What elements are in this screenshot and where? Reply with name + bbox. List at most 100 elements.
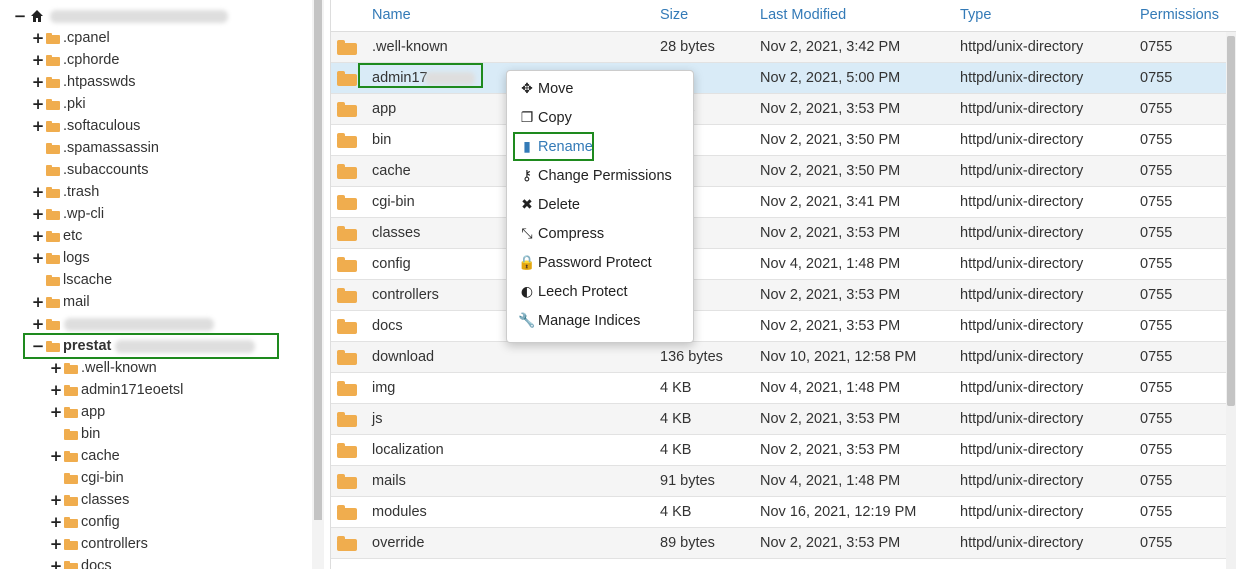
table-row[interactable]: config Nov 4, 2021, 1:48 PM httpd/unix-dir… <box>331 249 1227 280</box>
folder-icon <box>337 40 357 55</box>
tree-item[interactable]: + .wp-cli <box>32 203 104 225</box>
file-type: httpd/unix-directory <box>960 194 1084 210</box>
tree-item[interactable]: − prestat <box>32 335 256 357</box>
col-header-type[interactable]: Type <box>960 7 991 23</box>
expand-icon[interactable]: + <box>32 227 45 245</box>
menu-item-leech-protect[interactable]: ◐ Leech Protect <box>519 281 628 303</box>
folder-icon <box>337 71 357 86</box>
table-row[interactable]: appbytesNov 2, 2021, 3:53 PMhttpd/unix-d… <box>331 94 1227 125</box>
tree-item[interactable]: + controllers <box>50 533 148 555</box>
table-row[interactable]: js 4 KB Nov 2, 2021, 3:53 PM httpd/unix-dir… <box>331 404 1227 435</box>
folder-icon <box>64 560 78 569</box>
tree-item[interactable]: + app <box>50 401 105 423</box>
table-scrollbar[interactable] <box>1226 32 1236 569</box>
col-header-permissions[interactable]: Permissions <box>1140 7 1219 23</box>
menu-item-move[interactable]: ✥ Move <box>519 78 573 100</box>
expand-icon[interactable]: + <box>32 183 45 201</box>
expand-icon[interactable]: + <box>50 381 63 399</box>
expand-icon[interactable]: + <box>50 491 63 509</box>
tree-item[interactable]: + etc <box>32 225 83 247</box>
expand-icon[interactable]: + <box>50 403 63 421</box>
tree-item[interactable]: + logs <box>32 247 90 269</box>
expand-icon[interactable]: + <box>50 359 63 377</box>
expand-icon[interactable]: + <box>32 249 45 267</box>
tree-item[interactable]: + .pki <box>32 93 86 115</box>
folder-icon <box>64 538 78 550</box>
menu-item-compress[interactable]: ⤡ Compress <box>519 223 604 245</box>
tree-scrollbar-thumb[interactable] <box>314 0 322 520</box>
file-size: 28 bytes <box>660 39 715 55</box>
file-last-modified: Nov 2, 2021, 3:53 PM <box>760 318 901 334</box>
table-row[interactable]: admin17 Nov 2, 2021, 5:00 PM httpd/unix-di… <box>331 63 1227 94</box>
folder-icon <box>337 443 357 458</box>
tree-item[interactable]: +cgi-bin <box>50 467 124 489</box>
expand-icon[interactable]: + <box>32 293 45 311</box>
collapse-icon[interactable]: − <box>32 337 45 355</box>
table-row[interactable]: img 4 KB Nov 4, 2021, 1:48 PM httpd/unix-di… <box>331 373 1227 404</box>
collapse-icon[interactable]: − <box>14 7 27 25</box>
table-row[interactable]: download 136 bytes Nov 10, 2021, 12:58 PM h… <box>331 342 1227 373</box>
table-row[interactable]: bintesNov 2, 2021, 3:50 PMhttpd/unix-dir… <box>331 125 1227 156</box>
file-permissions: 0755 <box>1140 318 1173 334</box>
col-header-name[interactable]: Name <box>372 7 411 23</box>
menu-item-delete[interactable]: ✖ Delete <box>519 194 580 216</box>
tree-item-label: .subaccounts <box>63 162 149 178</box>
tree-item-label: .spamassassin <box>63 140 159 156</box>
tree-item[interactable]: + mail <box>32 291 90 313</box>
table-row[interactable]: mails 91 bytes Nov 4, 2021, 1:48 PM httpd/u… <box>331 466 1227 497</box>
folder-icon <box>337 350 357 365</box>
tree-item[interactable]: + admin171eoetsl <box>50 379 184 401</box>
tree-item[interactable]: + .trash <box>32 181 100 203</box>
expand-icon[interactable]: + <box>32 95 45 113</box>
table-row[interactable]: modules 4 KB Nov 16, 2021, 12:19 PM httpd/u… <box>331 497 1227 528</box>
col-header-size[interactable]: Size <box>660 7 688 23</box>
table-row[interactable]: docstesNov 2, 2021, 3:53 PMhttpd/unix-di… <box>331 311 1227 342</box>
table-row[interactable]: cgi-binesNov 2, 2021, 3:41 PMhttpd/unix-… <box>331 187 1227 218</box>
expand-icon[interactable]: + <box>50 513 63 531</box>
expand-icon[interactable]: + <box>50 447 63 465</box>
tree-item[interactable]: − <box>14 5 228 27</box>
table-row[interactable]: override 89 bytes Nov 2, 2021, 3:53 PM http… <box>331 528 1227 559</box>
tree-item-label: .softaculous <box>63 118 141 134</box>
table-scrollbar-thumb[interactable] <box>1227 36 1235 406</box>
file-name: modules <box>372 504 427 520</box>
tree-item[interactable]: +.subaccounts <box>32 159 148 181</box>
menu-item-change-permissions[interactable]: ⚷ Change Permissions <box>519 165 672 187</box>
table-row[interactable]: localization 4 KB Nov 2, 2021, 3:53 PM http… <box>331 435 1227 466</box>
tree-item[interactable]: + classes <box>50 489 130 511</box>
tree-item[interactable]: +.spamassassin <box>32 137 159 159</box>
menu-item-password-protect[interactable]: 🔒 Password Protect <box>518 252 651 274</box>
tree-item[interactable]: + .cphorde <box>32 49 120 71</box>
tree-scrollbar[interactable] <box>312 0 324 569</box>
menu-item-manage-indices[interactable]: 🔧 Manage Indices <box>518 310 640 332</box>
table-row[interactable]: classes Nov 2, 2021, 3:53 PM httpd/unix-di… <box>331 218 1227 249</box>
expand-icon[interactable]: + <box>50 557 63 569</box>
expand-icon[interactable]: + <box>32 73 45 91</box>
file-type: httpd/unix-directory <box>960 39 1084 55</box>
file-last-modified: Nov 2, 2021, 3:50 PM <box>760 163 901 179</box>
expand-icon[interactable]: + <box>32 315 45 333</box>
tree-item[interactable]: + config <box>50 511 120 533</box>
folder-icon <box>46 252 60 264</box>
menu-item-rename[interactable]: ▮ Rename <box>519 136 593 158</box>
tree-item[interactable]: + .htpasswds <box>32 71 136 93</box>
table-row[interactable]: controllerstesNov 2, 2021, 3:53 PMhttpd/… <box>331 280 1227 311</box>
col-header-last-modified[interactable]: Last Modified <box>760 7 846 23</box>
tree-item[interactable]: + docs <box>50 555 112 569</box>
expand-icon[interactable]: + <box>32 205 45 223</box>
table-row[interactable]: cacheytesNov 2, 2021, 3:50 PMhttpd/unix-… <box>331 156 1227 187</box>
expand-icon[interactable]: + <box>32 51 45 69</box>
expand-icon[interactable]: + <box>32 117 45 135</box>
expand-icon[interactable]: + <box>32 29 45 47</box>
table-row[interactable]: .well-known 28 bytes Nov 2, 2021, 3:42 PM h… <box>331 32 1227 63</box>
tree-item[interactable]: +lscache <box>32 269 112 291</box>
tree-item-label: logs <box>63 250 90 266</box>
tree-item[interactable]: + .softaculous <box>32 115 141 137</box>
tree-item[interactable]: + .well-known <box>50 357 157 379</box>
menu-item-copy[interactable]: ❐ Copy <box>519 107 572 129</box>
tree-item[interactable]: + <box>32 313 214 335</box>
tree-item[interactable]: +bin <box>50 423 100 445</box>
tree-item[interactable]: + cache <box>50 445 120 467</box>
expand-icon[interactable]: + <box>50 535 63 553</box>
tree-item[interactable]: + .cpanel <box>32 27 110 49</box>
